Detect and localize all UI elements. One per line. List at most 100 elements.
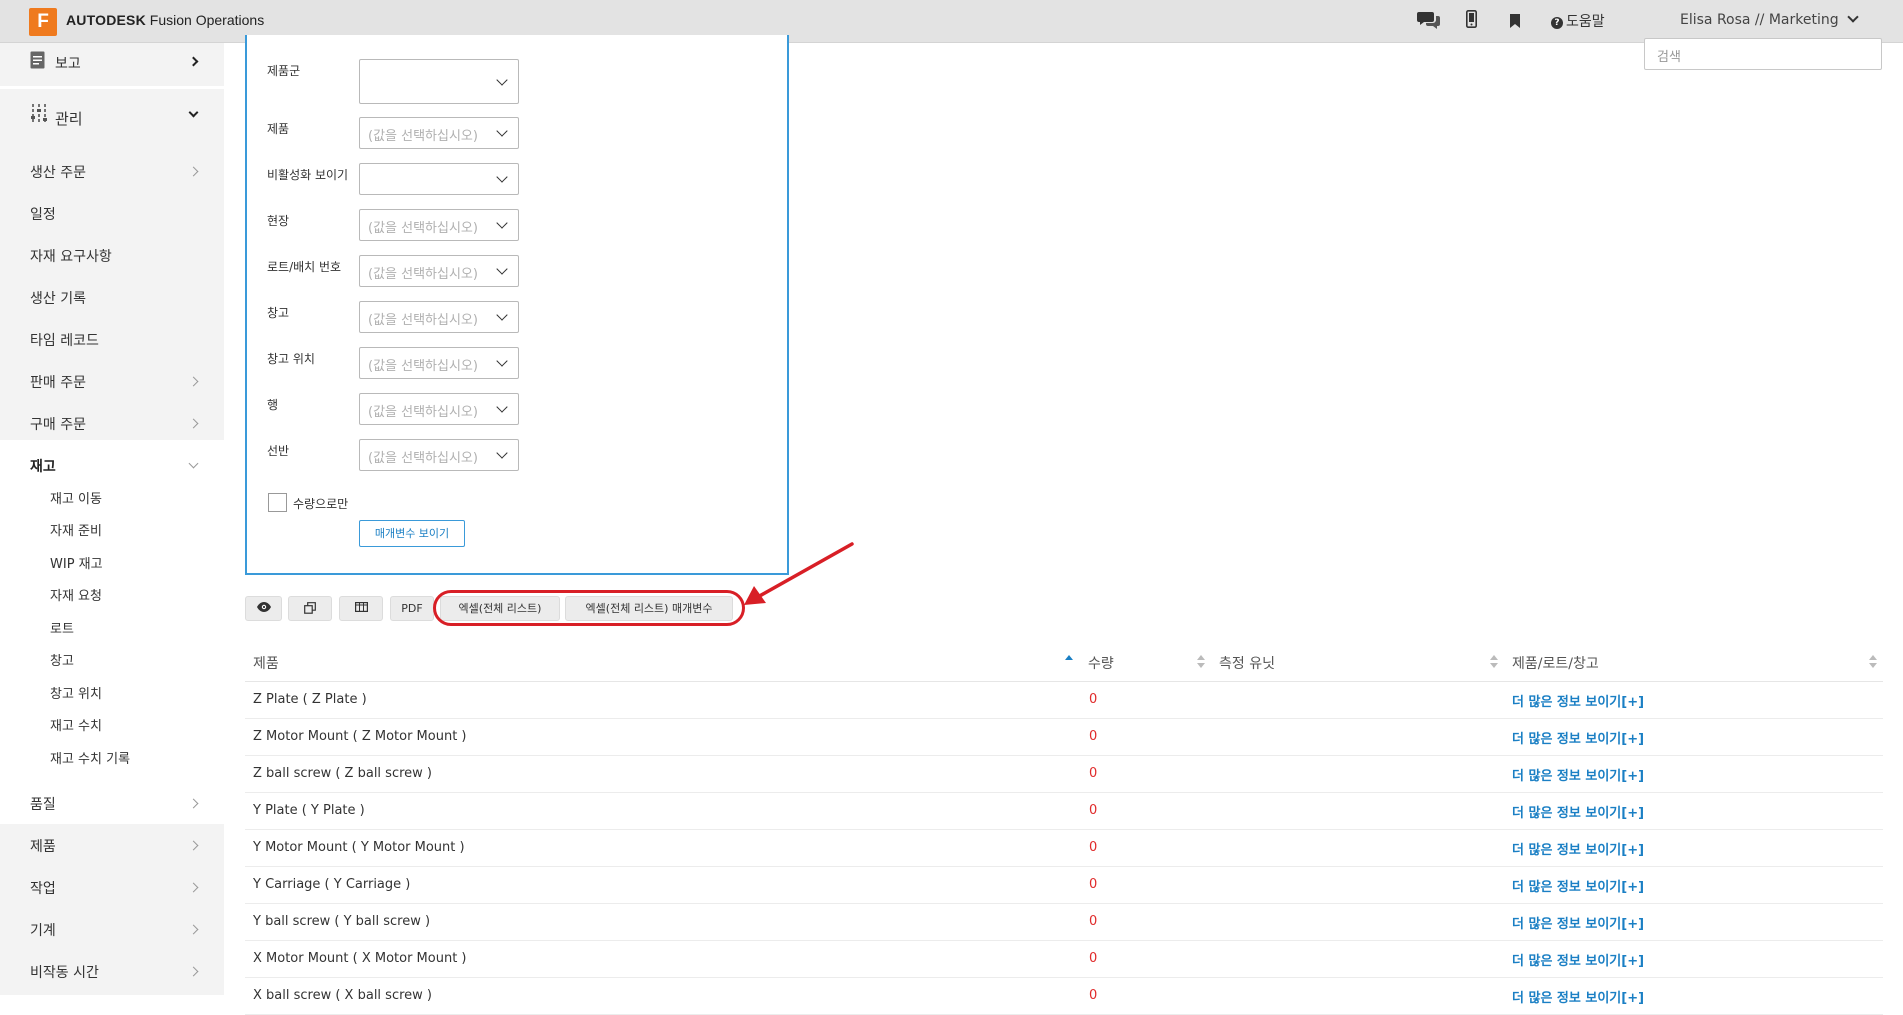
show-more-link[interactable]: 더 많은 정보 보이기[+] — [1512, 950, 1644, 969]
sidebar-subitem-stock-count[interactable]: 재고 수치 — [50, 715, 102, 734]
quantity-cell: 0 — [1089, 914, 1098, 929]
quantity-only-checkbox[interactable] — [268, 493, 287, 512]
filter-label-product-group: 제품군 — [267, 64, 301, 78]
quantity-cell: 0 — [1089, 803, 1098, 818]
sort-icon[interactable] — [1197, 655, 1205, 669]
sidebar-subitem-stock-movement[interactable]: 재고 이동 — [50, 488, 102, 507]
bookmark-icon[interactable] — [1510, 13, 1520, 33]
show-more-link[interactable]: 더 많은 정보 보이기[+] — [1512, 987, 1644, 1006]
show-more-link[interactable]: 더 많은 정보 보이기[+] — [1512, 765, 1644, 784]
show-inactive-select[interactable] — [359, 163, 519, 195]
product-cell: Z Motor Mount ( Z Motor Mount ) — [253, 729, 467, 744]
user-menu[interactable]: Elisa Rosa // Marketing — [1680, 11, 1859, 28]
mobile-icon[interactable] — [1466, 10, 1477, 33]
search-input[interactable]: 검색 — [1644, 38, 1882, 70]
warehouse-location-select[interactable]: (값을 선택하십시오) — [359, 347, 519, 379]
sidebar-item-downtime[interactable]: 비작동 시간 — [0, 956, 224, 986]
view-button[interactable] — [245, 596, 282, 621]
column-header-unit[interactable]: 측정 유닛 — [1219, 653, 1275, 673]
chevron-down-icon — [496, 355, 508, 367]
column-header-product[interactable]: 제품 — [253, 653, 279, 673]
sidebar-item-label: 기계 — [30, 923, 56, 939]
show-more-link[interactable]: 더 많은 정보 보이기[+] — [1512, 839, 1644, 858]
sidebar-item-label: 비작동 시간 — [30, 965, 99, 981]
product-group-select[interactable] — [359, 59, 519, 104]
show-more-link[interactable]: 더 많은 정보 보이기[+] — [1512, 728, 1644, 747]
row-select[interactable]: (값을 선택하십시오) — [359, 393, 519, 425]
chevron-down-icon — [188, 107, 199, 118]
sidebar-item-label: 제품 — [30, 839, 56, 855]
product-cell: Y Motor Mount ( Y Motor Mount ) — [253, 840, 465, 855]
site-select[interactable]: (값을 선택하십시오) — [359, 209, 519, 241]
show-more-link[interactable]: 더 많은 정보 보이기[+] — [1512, 876, 1644, 895]
sort-icon[interactable] — [1490, 655, 1498, 669]
report-icon — [30, 51, 45, 69]
product-select[interactable]: (값을 선택하십시오) — [359, 117, 519, 149]
pdf-button[interactable]: PDF — [390, 596, 434, 621]
product-name: Fusion Operations — [149, 12, 265, 28]
copy-button[interactable] — [288, 596, 332, 621]
sidebar-item-time-record[interactable]: 타임 레코드 — [0, 324, 224, 354]
table-columns-icon — [354, 602, 368, 613]
sidebar-item-report[interactable]: 보고 — [0, 47, 224, 83]
sort-icon[interactable] — [1869, 655, 1877, 669]
sidebar-item-label: 판매 주문 — [30, 375, 86, 391]
sidebar-item-manage[interactable]: 관리 — [0, 98, 224, 138]
sidebar-item-product[interactable]: 제품 — [0, 830, 224, 860]
product-cell: Y ball screw ( Y ball screw ) — [253, 914, 431, 929]
sidebar: 보고 관리 생산 주문 일정 자재 요구사항 생산 기록 타임 레코드 판매 주… — [0, 43, 224, 995]
help-label: 도움말 — [1566, 14, 1605, 30]
quantity-cell: 0 — [1089, 951, 1098, 966]
help-link[interactable]: ? 도움말 — [1551, 11, 1605, 31]
column-header-product-lot-warehouse[interactable]: 제품/로트/창고 — [1512, 653, 1599, 673]
columns-button[interactable] — [339, 596, 383, 621]
sidebar-subitem-warehouse[interactable]: 창고 — [50, 650, 74, 669]
sidebar-subitem-warehouse-location[interactable]: 창고 위치 — [50, 683, 102, 702]
sidebar-item-label: 품질 — [30, 797, 56, 813]
sidebar-item-label: 재고 — [30, 459, 56, 475]
warehouse-select[interactable]: (값을 선택하십시오) — [359, 301, 519, 333]
sidebar-subitem-lot[interactable]: 로트 — [50, 618, 74, 637]
sidebar-item-schedule[interactable]: 일정 — [0, 198, 224, 228]
sidebar-item-label: 생산 주문 — [30, 165, 86, 181]
table-row: X Motor Mount ( X Motor Mount ) 0 더 많은 정… — [245, 941, 1883, 978]
table-row: Z Motor Mount ( Z Motor Mount ) 0 더 많은 정… — [245, 719, 1883, 756]
chat-icon[interactable] — [1417, 10, 1441, 35]
sidebar-item-machine[interactable]: 기계 — [0, 914, 224, 944]
sidebar-item-material-requirements[interactable]: 자재 요구사항 — [0, 240, 224, 270]
table-row: X ball screw ( X ball screw ) 0 더 많은 정보 … — [245, 978, 1883, 1015]
sidebar-item-label: 일정 — [30, 207, 56, 223]
show-more-link[interactable]: 더 많은 정보 보이기[+] — [1512, 802, 1644, 821]
table-row: Y Motor Mount ( Y Motor Mount ) 0 더 많은 정… — [245, 830, 1883, 867]
show-more-link[interactable]: 더 많은 정보 보이기[+] — [1512, 691, 1644, 710]
sidebar-item-label: 생산 기록 — [30, 291, 86, 307]
sidebar-item-purchase-order[interactable]: 구매 주문 — [0, 408, 224, 438]
shelf-select[interactable]: (값을 선택하십시오) — [359, 439, 519, 471]
show-more-link[interactable]: 더 많은 정보 보이기[+] — [1512, 913, 1644, 932]
chevron-down-icon — [496, 263, 508, 275]
sidebar-subitem-wip-stock[interactable]: WIP 재고 — [50, 553, 103, 572]
sidebar-subitem-material-request[interactable]: 자재 요청 — [50, 585, 102, 604]
chevron-down-icon — [1846, 11, 1859, 23]
sidebar-item-production-order[interactable]: 생산 주문 — [0, 156, 224, 186]
chevron-right-icon — [188, 56, 199, 67]
filter-label-row: 행 — [267, 398, 279, 412]
column-header-quantity[interactable]: 수량 — [1088, 653, 1114, 673]
sidebar-subitem-stock-count-history[interactable]: 재고 수치 기록 — [50, 748, 130, 767]
sidebar-item-production-records[interactable]: 생산 기록 — [0, 282, 224, 312]
search-placeholder: 검색 — [1657, 50, 1681, 65]
filter-label-site: 현장 — [267, 214, 290, 228]
sort-ascending-icon[interactable] — [1065, 655, 1073, 669]
quantity-cell: 0 — [1089, 692, 1098, 707]
show-parameters-button[interactable]: 매개변수 보이기 — [359, 520, 465, 547]
sidebar-separator — [0, 86, 224, 89]
sidebar-item-operation[interactable]: 작업 — [0, 872, 224, 902]
fusion-logo-icon[interactable]: F — [29, 8, 57, 36]
sidebar-item-sales-order[interactable]: 판매 주문 — [0, 366, 224, 396]
sidebar-item-inventory[interactable]: 재고 — [0, 450, 224, 480]
sidebar-subitem-material-prep[interactable]: 자재 준비 — [50, 520, 102, 539]
lot-batch-select[interactable]: (값을 선택하십시오) — [359, 255, 519, 287]
select-placeholder: (값을 선택하십시오) — [368, 129, 478, 144]
sidebar-item-quality[interactable]: 품질 — [0, 788, 224, 818]
filter-label-warehouse: 창고 — [267, 306, 290, 320]
